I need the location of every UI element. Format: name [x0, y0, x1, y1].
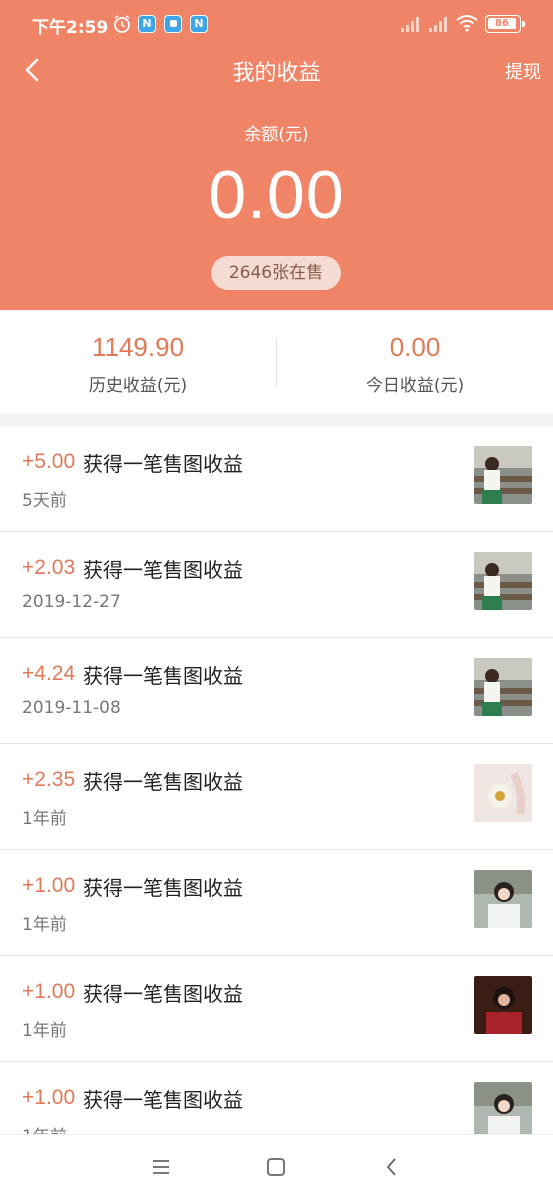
record-amount: +1.00 [22, 980, 76, 1003]
notification-n-icon: N [190, 15, 208, 33]
today-earnings-value: 0.00 [389, 332, 441, 362]
history-earnings-label: 历史收益(元) [88, 376, 188, 396]
earnings-record-row[interactable]: +2.03 获得一笔售图收益 2019-12-27 [0, 532, 553, 638]
balance-value: 0.00 [208, 157, 345, 233]
record-description: 获得一笔售图收益 [83, 876, 243, 900]
battery-icon: 86 [485, 15, 525, 33]
status-time: 下午2:59 [32, 18, 109, 38]
system-nav-bar [0, 1134, 553, 1200]
record-description: 获得一笔售图收益 [83, 982, 243, 1006]
record-time: 2019-11-08 [22, 698, 121, 718]
record-description: 获得一笔售图收益 [83, 770, 243, 794]
alarm-icon [114, 15, 130, 33]
earnings-stats: 1149.90 历史收益(元) 0.00 今日收益(元) [0, 310, 553, 414]
earnings-record-row[interactable]: +5.00 获得一笔售图收益 5天前 [0, 426, 553, 532]
record-time: 5天前 [22, 491, 67, 511]
record-time: 1年前 [22, 1021, 67, 1041]
record-amount: +5.00 [22, 450, 76, 473]
earnings-record-row[interactable]: +1.00 获得一笔售图收益 1年前 [0, 850, 553, 956]
record-description: 获得一笔售图收益 [83, 664, 243, 688]
section-gap [0, 414, 553, 426]
earnings-record-row[interactable]: +2.35 获得一笔售图收益 1年前 [0, 744, 553, 850]
withdraw-button[interactable]: 提现 [505, 58, 541, 84]
record-thumbnail-image[interactable] [474, 764, 532, 822]
record-amount: +1.00 [22, 874, 76, 897]
wifi-icon [456, 15, 478, 32]
record-thumbnail-image[interactable] [474, 446, 532, 504]
record-description: 获得一笔售图收益 [83, 1088, 243, 1112]
record-time: 1年前 [22, 1122, 67, 1134]
record-amount: +2.03 [22, 556, 76, 579]
record-description: 获得一笔售图收益 [83, 558, 243, 582]
history-earnings-value: 1149.90 [91, 332, 185, 362]
record-thumbnail-image[interactable] [474, 658, 532, 716]
record-time: 1年前 [22, 809, 67, 829]
record-thumbnail-image[interactable] [474, 870, 532, 928]
status-bar: 下午2:59 N N 86 [0, 0, 553, 48]
record-amount: +2.35 [22, 768, 76, 791]
record-time: 2019-12-27 [22, 592, 121, 612]
earnings-record-row[interactable]: +1.00 获得一笔售图收益 1年前 [0, 956, 553, 1062]
record-thumbnail-image[interactable] [474, 976, 532, 1034]
record-thumbnail-image[interactable] [474, 552, 532, 610]
menu-icon[interactable] [149, 1155, 173, 1179]
back-triangle-icon[interactable] [380, 1155, 404, 1179]
home-square-icon[interactable] [264, 1155, 288, 1179]
record-time: 1年前 [22, 915, 67, 935]
record-thumbnail-image[interactable] [474, 1082, 532, 1134]
page-title: 我的收益 [232, 61, 321, 86]
notification-n-icon: N [138, 15, 156, 33]
record-amount: +1.00 [22, 1086, 76, 1109]
earnings-record-row[interactable]: +1.00 获得一笔售图收益 1年前 [0, 1062, 553, 1134]
balance-label: 余额(元) [244, 125, 309, 145]
record-description: 获得一笔售图收益 [83, 452, 243, 476]
earnings-record-row[interactable]: +4.24 获得一笔售图收益 2019-11-08 [0, 638, 553, 744]
today-earnings: 0.00 今日收益(元) [277, 332, 553, 396]
record-amount: +4.24 [22, 662, 76, 685]
history-earnings: 1149.90 历史收益(元) [0, 332, 276, 396]
notification-app-icon [164, 15, 182, 33]
earnings-header: 下午2:59 N N 86 我的收益 提现 余额(元) 0.00 2646张在售 [0, 0, 553, 310]
today-earnings-label: 今日收益(元) [365, 376, 465, 396]
on-sale-count-button[interactable]: 2646张在售 [211, 256, 341, 290]
signal-icon [401, 17, 419, 32]
signal-icon [429, 17, 447, 32]
earnings-record-list[interactable]: +5.00 获得一笔售图收益 5天前 +2.03 获得一笔售图收益 2019-12-27 +… [0, 426, 553, 1134]
